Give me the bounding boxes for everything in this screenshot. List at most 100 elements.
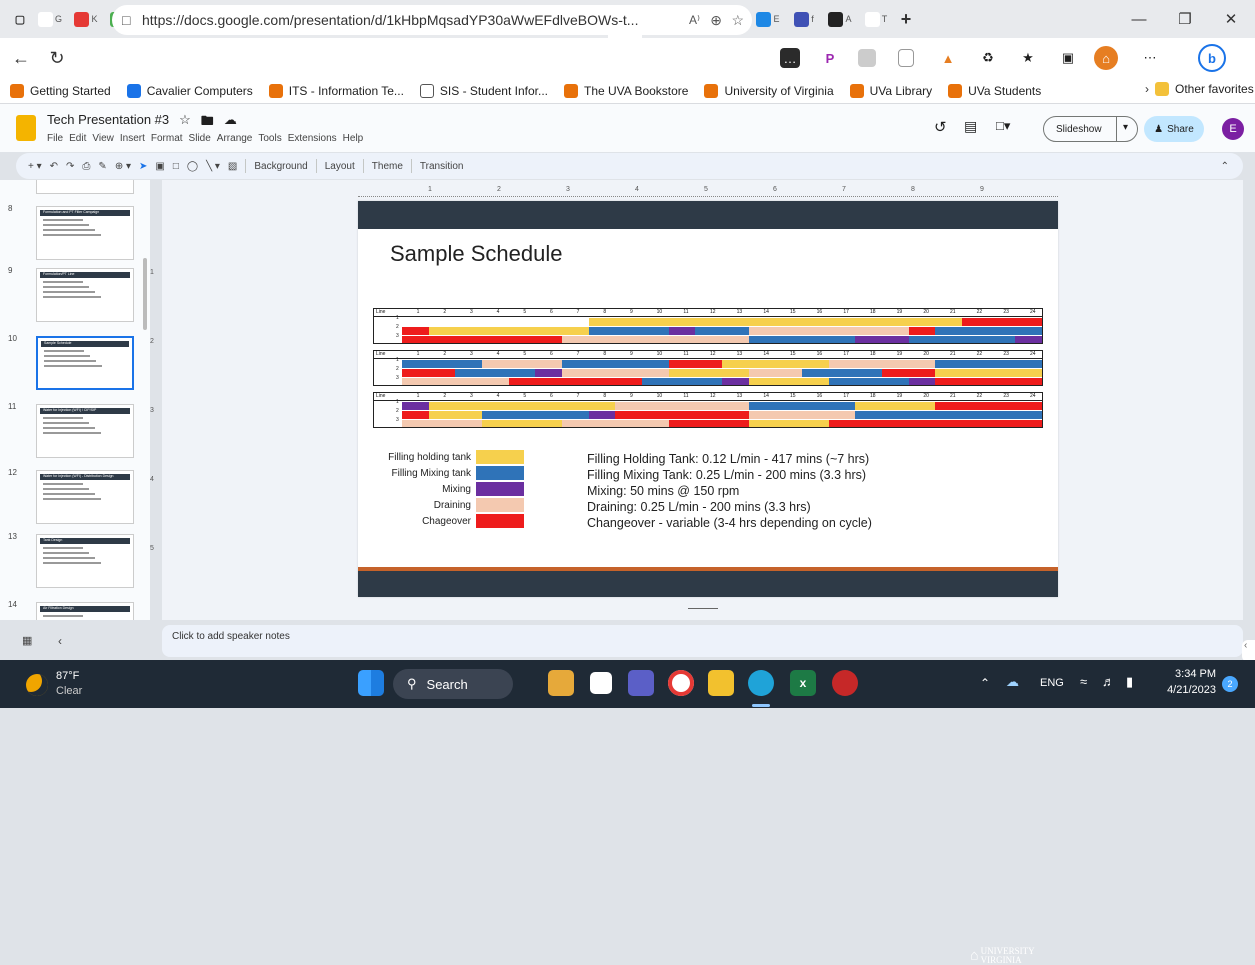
page-info-icon[interactable]: □ (122, 12, 130, 28)
other-favorites[interactable]: › Other favorites (1145, 82, 1254, 96)
taskbar-search[interactable]: ⚲ Search (393, 669, 513, 699)
previous-slide-thumbnail[interactable] (36, 180, 134, 194)
slideshow-button[interactable]: Slideshow ▾ (1043, 116, 1138, 142)
schedule-table[interactable]: Line 1 2 3 4 5 6 7 8 9 10 11 12 13 14 15 16 17 18 19 20 21 22 2… (373, 350, 1043, 386)
ext-gray-icon[interactable] (858, 49, 876, 67)
menu-view[interactable]: View (92, 133, 114, 144)
tab-search-icon[interactable]: ▢ (8, 7, 32, 31)
excel-icon[interactable]: x (790, 670, 816, 696)
clock-time[interactable]: 3:34 PM (1160, 668, 1216, 680)
avatar[interactable]: E (1222, 118, 1244, 140)
menu-format[interactable]: Format (151, 133, 183, 144)
horizontal-ruler[interactable]: 1 2 3 4 5 6 7 8 9 (358, 186, 1058, 198)
favorite-link[interactable]: ITS - Information Te... (268, 83, 404, 98)
extensions-puzzle-icon[interactable]: ♻ (976, 46, 1000, 70)
browser-tab[interactable]: K (68, 7, 104, 31)
volume-icon[interactable]: ♬ (1102, 674, 1115, 689)
menu-tools[interactable]: Tools (258, 133, 281, 144)
slide-thumbnail[interactable]: Water for Injection (WFI) / CIP/SIP (36, 404, 134, 458)
rate-notes[interactable]: Filling Holding Tank: 0.12 L/min - 417 m… (587, 451, 872, 531)
favorite-link[interactable]: UVa Library (849, 83, 932, 98)
transition-button[interactable]: Transition (420, 161, 464, 172)
tray-app-icon[interactable]: ☁ (1006, 674, 1019, 690)
share-button[interactable]: ♟ Share (1144, 116, 1204, 142)
new-tab-icon[interactable]: + (894, 7, 918, 31)
slide-thumbnail[interactable]: Formulation/PT Line (36, 268, 134, 322)
slide-thumbnail-row[interactable]: 13 Tank Design (0, 532, 150, 588)
browser-tab[interactable]: f (786, 7, 822, 31)
url-bar[interactable]: □ https://docs.google.com/presentation/d… (112, 5, 752, 35)
select-icon[interactable]: ➤ (139, 161, 147, 172)
schedule-table[interactable]: Line 1 2 3 4 5 6 7 8 9 10 11 12 13 14 15 16 17 18 19 20 21 22 2… (373, 308, 1043, 344)
favorite-link[interactable]: Cavalier Computers (126, 83, 253, 98)
slide-title[interactable]: Sample Schedule (390, 241, 562, 267)
start-windows-icon[interactable] (358, 670, 384, 696)
close-window-icon[interactable]: ✕ (1208, 0, 1254, 38)
grid-view-icon[interactable]: ▦ (22, 634, 32, 647)
chrome-icon[interactable] (668, 670, 694, 696)
wifi-icon[interactable]: ≈ (1080, 674, 1087, 689)
file-explorer-icon[interactable] (708, 670, 734, 696)
side-panel-toggle-icon[interactable]: ‹ (1242, 640, 1255, 662)
uva-profile-icon[interactable]: ⌂ (1094, 46, 1118, 70)
app-red-icon[interactable] (832, 670, 858, 696)
ext-p-icon[interactable]: P (818, 46, 842, 70)
slideshow-dropdown-icon[interactable]: ▾ (1116, 116, 1128, 142)
notification-badge[interactable]: 2 (1222, 676, 1238, 692)
weather-temp[interactable]: 87°F (56, 670, 79, 682)
minimize-icon[interactable]: — (1116, 0, 1162, 38)
favorite-link[interactable]: Getting Started (10, 83, 111, 98)
image-icon[interactable]: □ (173, 161, 179, 172)
teams-icon[interactable] (628, 670, 654, 696)
schedule-table[interactable]: Line 1 2 3 4 5 6 7 8 9 10 11 12 13 14 15 16 17 18 19 20 21 22 2… (373, 392, 1043, 428)
favorite-link[interactable]: UVa Students (948, 83, 1041, 98)
favorite-link[interactable]: SIS - Student Infor... (419, 83, 548, 98)
weather-moon-icon[interactable] (26, 674, 48, 696)
slide-thumbnail-row[interactable]: 11 Water for Injection (WFI) / CIP/SIP (0, 402, 150, 458)
filmstrip-scrollbar[interactable] (143, 258, 147, 330)
browser-tab[interactable]: T (858, 7, 894, 31)
menu-file[interactable]: File (47, 133, 63, 144)
line-icon[interactable]: ╲ ▾ (206, 161, 220, 172)
slide-thumbnail-row[interactable]: 12 Water for Injection (WFI) - Distributi… (0, 468, 150, 524)
slides-logo-icon[interactable] (16, 115, 36, 141)
print-icon[interactable]: ⎙ (82, 161, 90, 172)
redo-icon[interactable]: ↷ (66, 161, 74, 172)
menu-extensions[interactable]: Extensions (288, 133, 337, 144)
slide-thumbnail-row[interactable]: 10 Sample Schedule (0, 334, 150, 390)
ext-doc-icon[interactable] (898, 49, 914, 67)
favorite-link[interactable]: The UVA Bookstore (563, 83, 688, 98)
tray-chevron-icon[interactable]: ⌃ (980, 676, 990, 690)
background-button[interactable]: Background (254, 161, 307, 172)
doc-title[interactable]: Tech Presentation #3 (47, 112, 169, 134)
comment-icon[interactable]: ▧ (228, 161, 237, 172)
menu-arrange[interactable]: Arrange (217, 133, 253, 144)
language-indicator[interactable]: ENG (1040, 677, 1064, 689)
restore-icon[interactable]: ❐ (1162, 0, 1208, 38)
zoom-icon[interactable]: ⊕ (710, 12, 722, 29)
menu-help[interactable]: Help (343, 133, 364, 144)
slide-thumbnail[interactable]: Sample Schedule (36, 336, 134, 390)
slide-thumbnail-row[interactable]: 8 Formulation and PT Filler Campaign (0, 204, 150, 260)
widgets-icon[interactable] (548, 670, 574, 696)
slide-thumbnail[interactable]: Formulation and PT Filler Campaign (36, 206, 134, 260)
collapse-toolbar-icon[interactable]: ⌃ (1221, 161, 1229, 172)
favorites-icon[interactable]: ★ (1016, 46, 1040, 70)
read-aloud-icon[interactable]: A⁾ (689, 13, 700, 27)
ext-dots-icon[interactable]: … (780, 48, 800, 68)
comments-icon[interactable]: ▤ (964, 118, 977, 135)
new-slide-icon[interactable]: + ▾ (28, 161, 42, 172)
favorite-star-icon[interactable]: ☆ (731, 12, 744, 29)
collections-icon[interactable]: ▣ (1056, 46, 1080, 70)
battery-icon[interactable]: ▮ (1126, 674, 1133, 690)
menu-edit[interactable]: Edit (69, 133, 86, 144)
move-folder-icon[interactable]: 🖿 (201, 112, 214, 134)
history-icon[interactable]: ↺ (934, 118, 947, 136)
theme-button[interactable]: Theme (372, 161, 403, 172)
textbox-icon[interactable]: ▣ (155, 161, 164, 172)
shape-icon[interactable]: ◯ (187, 161, 198, 172)
speaker-notes[interactable]: Click to add speaker notes (162, 625, 1243, 657)
reload-icon[interactable]: ↻ (42, 43, 72, 73)
back-icon[interactable]: ← (6, 43, 36, 73)
edge-icon[interactable] (748, 670, 774, 696)
